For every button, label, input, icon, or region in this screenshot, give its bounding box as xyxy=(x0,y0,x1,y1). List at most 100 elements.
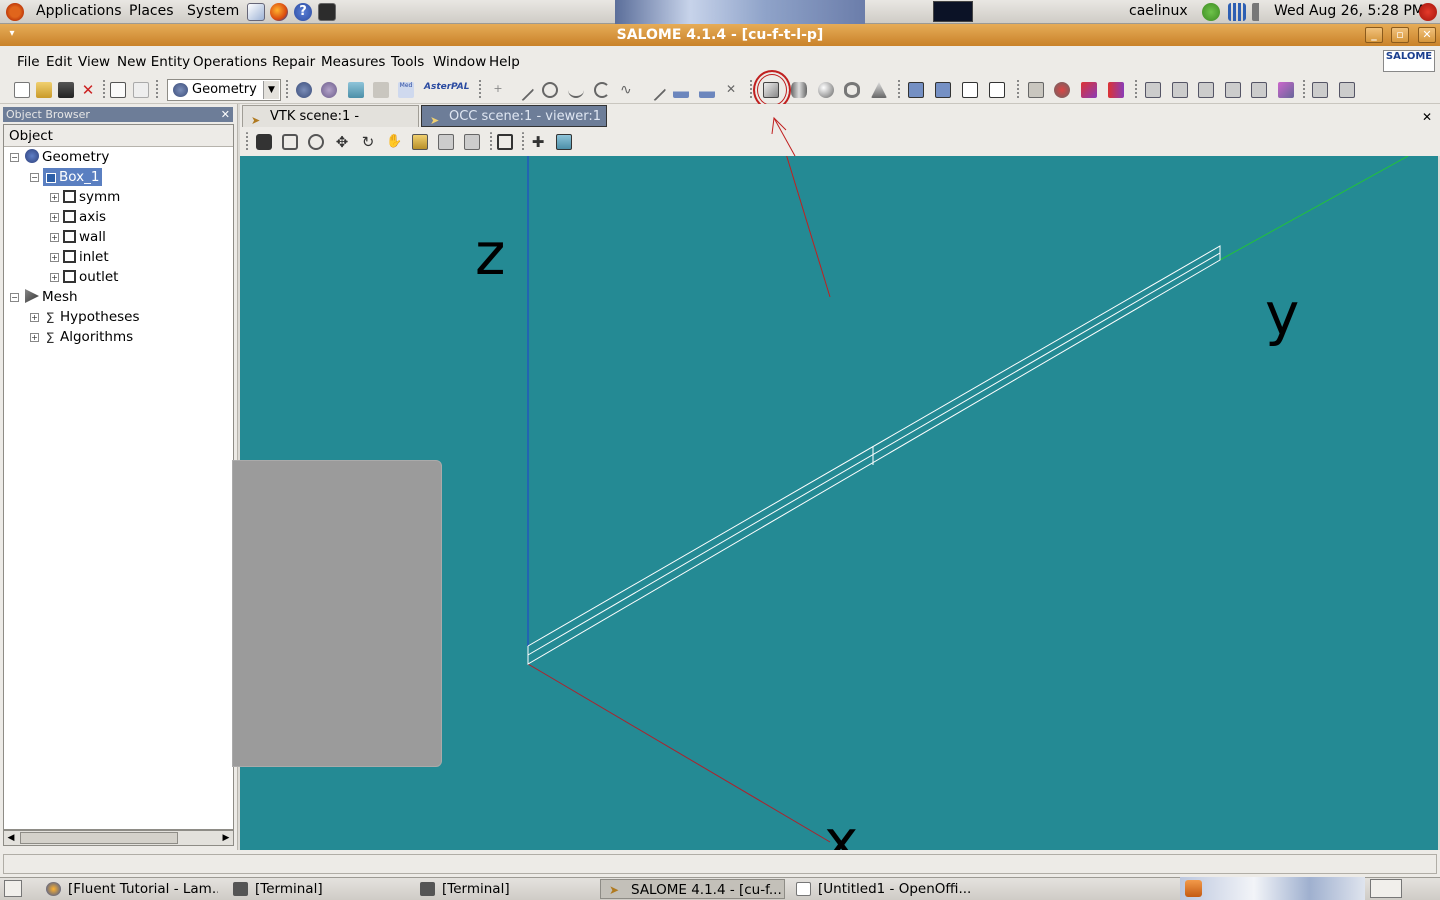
tree-node-hypotheses[interactable]: Σ Hypotheses xyxy=(43,308,140,326)
filling-icon[interactable] xyxy=(1081,82,1097,98)
show-trihedron-icon[interactable] xyxy=(282,134,298,150)
menu-tools[interactable]: Tools xyxy=(391,54,424,70)
tree-node-group[interactable]: inlet xyxy=(63,248,109,266)
tree-node-box-1[interactable]: Box_1 xyxy=(43,168,103,186)
menu-file[interactable]: File xyxy=(17,54,40,70)
tree-node-geometry[interactable]: Geometry xyxy=(25,148,109,166)
med-module-icon[interactable]: Med xyxy=(398,82,414,98)
object-column-header[interactable]: Object xyxy=(4,125,233,147)
dump-view-icon[interactable] xyxy=(256,134,272,150)
vector-icon[interactable] xyxy=(643,78,667,102)
sketcher-icon[interactable]: ✕ xyxy=(726,82,742,98)
horizontal-scrollbar[interactable]: ◀ ▶ xyxy=(3,830,234,846)
pipe-icon[interactable] xyxy=(1108,82,1124,98)
chevron-down-icon[interactable]: ▼ xyxy=(263,81,279,99)
close-viewer-icon[interactable]: ✕ xyxy=(1422,110,1432,124)
collapse-icon[interactable]: − xyxy=(10,293,19,302)
post-pro-module-icon[interactable] xyxy=(348,82,364,98)
cut-icon[interactable] xyxy=(962,82,978,98)
graduated-axes-icon[interactable] xyxy=(556,134,572,150)
aster-module-icon[interactable]: Aster xyxy=(424,82,451,98)
terminal-launcher-icon[interactable] xyxy=(318,3,336,21)
clock[interactable]: Wed Aug 26, 5:28 PM xyxy=(1274,3,1424,19)
collapse-icon[interactable]: − xyxy=(30,173,39,182)
cone-icon[interactable] xyxy=(871,82,887,98)
menu-view[interactable]: View xyxy=(78,54,110,70)
scroll-left-icon[interactable]: ◀ xyxy=(5,832,17,844)
menu-operations[interactable]: Operations xyxy=(193,54,267,70)
local-cs-icon[interactable] xyxy=(699,82,715,98)
new-document-icon[interactable] xyxy=(14,82,30,98)
username-label[interactable]: caelinux xyxy=(1129,3,1188,19)
tree-node-algorithms[interactable]: Σ Algorithms xyxy=(43,328,134,346)
offset-icon[interactable] xyxy=(1278,82,1294,98)
zoom-icon[interactable] xyxy=(308,134,324,150)
maximize-button[interactable]: ▫ xyxy=(1391,27,1409,43)
places-menu[interactable]: Places xyxy=(129,3,174,19)
show-desktop-icon[interactable] xyxy=(4,880,22,897)
applications-menu[interactable]: Applications xyxy=(36,3,122,19)
extrusion-icon[interactable] xyxy=(1028,82,1044,98)
mesh-module-icon[interactable] xyxy=(321,82,337,98)
menu-window[interactable]: Window xyxy=(433,54,486,70)
expand-icon[interactable]: + xyxy=(30,313,39,322)
line-icon[interactable] xyxy=(511,78,535,102)
tree-node-group[interactable]: wall xyxy=(63,228,106,246)
tree-node-group[interactable]: outlet xyxy=(63,268,118,286)
system-monitor-applet[interactable] xyxy=(933,1,973,22)
ubuntu-logo-icon[interactable] xyxy=(6,3,24,21)
circle-icon[interactable] xyxy=(542,82,558,98)
expand-icon[interactable]: + xyxy=(30,333,39,342)
geometry-module-icon[interactable] xyxy=(296,82,312,98)
system-menu[interactable]: System xyxy=(187,3,239,19)
expand-icon[interactable]: + xyxy=(50,233,59,242)
help-launcher-icon[interactable]: ? xyxy=(294,3,312,21)
torus-icon[interactable] xyxy=(844,82,860,98)
ellipse-icon[interactable] xyxy=(568,82,584,98)
tree-node-mesh[interactable]: Mesh xyxy=(25,288,78,306)
sphere-icon[interactable] xyxy=(818,82,834,98)
view-projection-icon[interactable] xyxy=(412,134,428,150)
taskbar-item-terminal[interactable]: [Terminal] xyxy=(412,879,597,899)
close-icon[interactable]: ✕ xyxy=(221,107,230,122)
tab-vtk-viewer[interactable]: ➤ VTK scene:1 - viewer:1 xyxy=(242,105,419,146)
close-document-icon[interactable]: ✕ xyxy=(80,82,96,98)
clipping-icon[interactable] xyxy=(497,134,513,150)
location-icon[interactable] xyxy=(1198,82,1214,98)
network-status-icon[interactable] xyxy=(1202,3,1220,21)
menu-measures[interactable]: Measures xyxy=(321,54,385,70)
close-window-button[interactable]: ✕ xyxy=(1418,27,1436,43)
save-icon[interactable] xyxy=(58,82,74,98)
signal-strength-icon[interactable] xyxy=(1228,3,1246,21)
point-icon[interactable]: + xyxy=(490,82,506,98)
scrollbar-thumb[interactable] xyxy=(20,832,178,844)
scaling-icon[interactable]: ✚ xyxy=(530,134,546,150)
clone-view-icon[interactable] xyxy=(464,134,480,150)
tree-node-group[interactable]: axis xyxy=(63,208,106,226)
mirror-icon[interactable] xyxy=(1225,82,1241,98)
workspace-switcher[interactable] xyxy=(1370,879,1402,898)
global-pan-icon[interactable]: ✋ xyxy=(386,134,402,150)
expand-icon[interactable]: + xyxy=(50,253,59,262)
module-selector[interactable]: Geometry ▼ xyxy=(167,79,281,101)
tree-node-group[interactable]: symm xyxy=(63,188,120,206)
window-titlebar[interactable]: ▾ SALOME 4.1.4 - [cu-f-t-l-p] _ ▫ ✕ xyxy=(0,24,1440,46)
arc-icon[interactable] xyxy=(594,82,610,98)
menu-repair[interactable]: Repair xyxy=(272,54,315,70)
reset-view-icon[interactable] xyxy=(438,134,454,150)
menu-help[interactable]: Help xyxy=(489,54,520,70)
window-menu-icon[interactable]: ▾ xyxy=(6,28,18,40)
pan-icon[interactable]: ✥ xyxy=(334,134,350,150)
scale-icon[interactable] xyxy=(1251,82,1267,98)
common-icon[interactable] xyxy=(935,82,951,98)
supervisor-module-icon[interactable] xyxy=(373,82,389,98)
curve-icon[interactable]: ∿ xyxy=(620,82,636,98)
taskbar-item-firefox[interactable]: [Fluent Tutorial - Lam... xyxy=(38,879,218,899)
rotation-icon[interactable] xyxy=(1172,82,1188,98)
cylinder-icon[interactable] xyxy=(791,82,807,98)
multi-translation-icon[interactable] xyxy=(1312,82,1328,98)
scroll-right-icon[interactable]: ▶ xyxy=(220,832,232,844)
rotate-icon[interactable]: ↻ xyxy=(360,134,376,150)
fuse-icon[interactable] xyxy=(908,82,924,98)
firefox-launcher-icon[interactable] xyxy=(270,3,288,21)
